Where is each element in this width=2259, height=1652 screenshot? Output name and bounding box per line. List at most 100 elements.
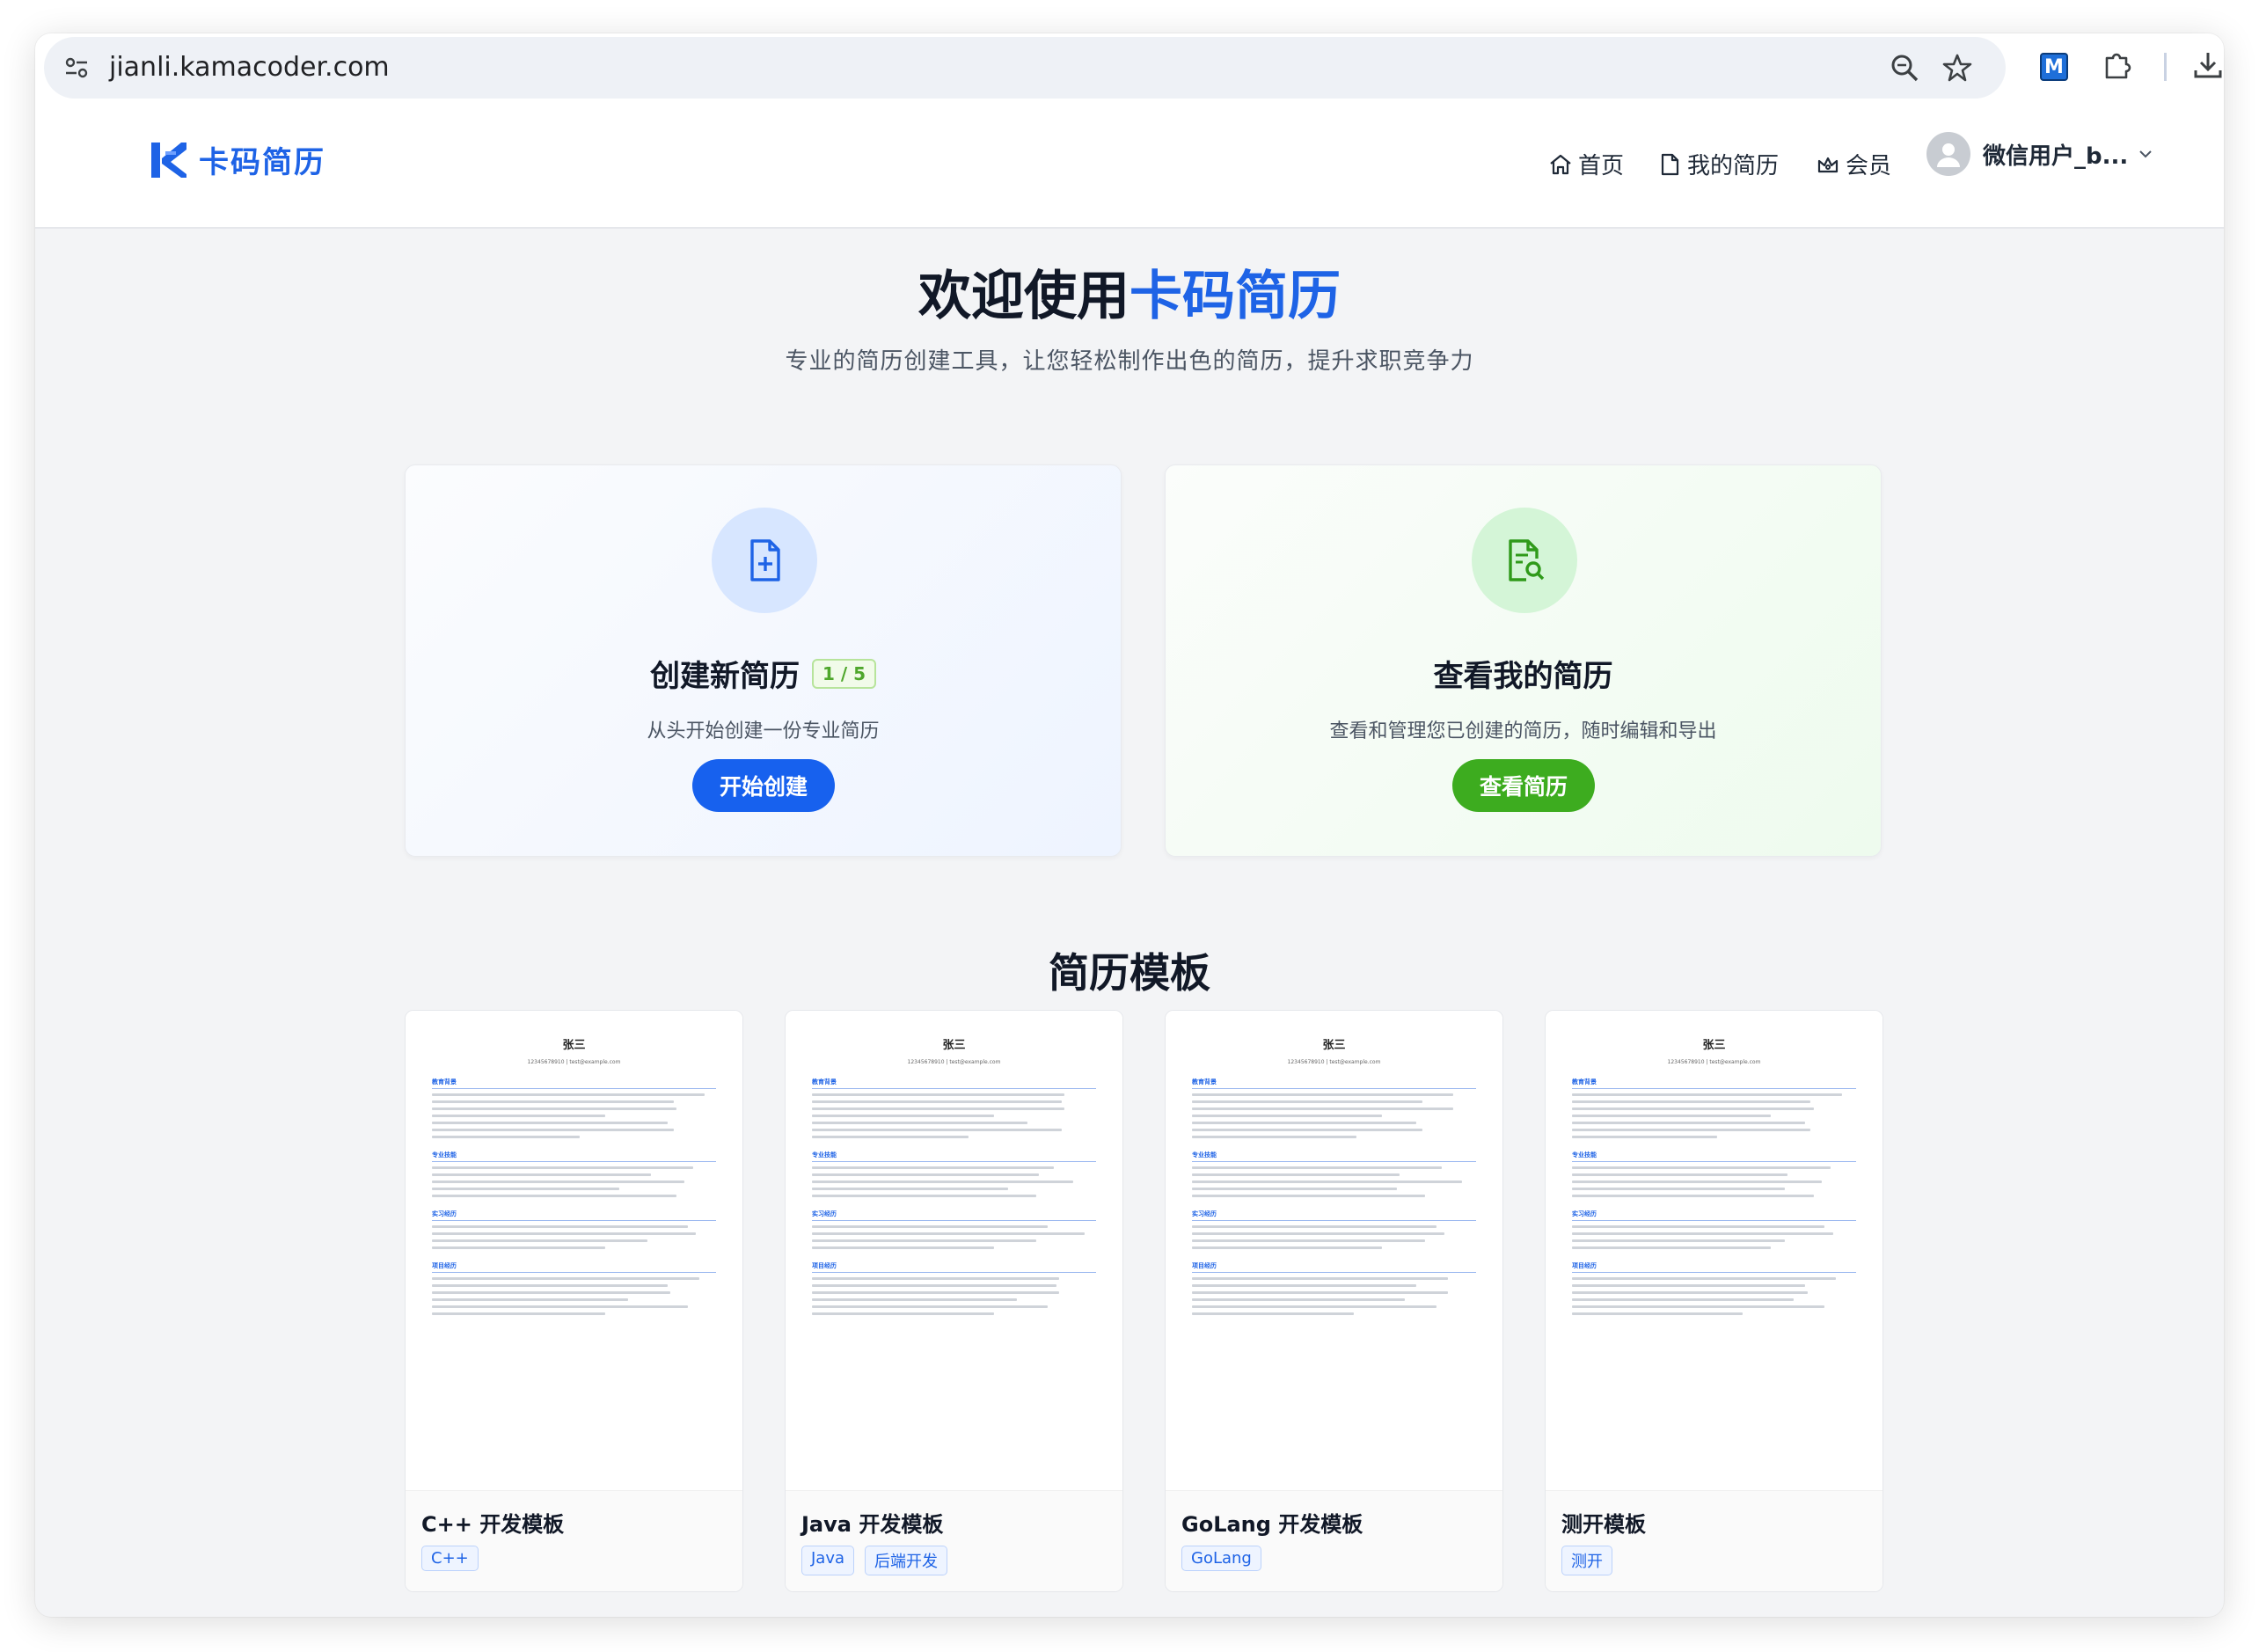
preview-text-line: [1572, 1298, 1794, 1301]
preview-name: 张三: [942, 1039, 966, 1052]
preview-text-line: [812, 1232, 1086, 1235]
preview-text-line: [1572, 1232, 1834, 1235]
extensions-puzzle-icon[interactable]: [2102, 49, 2133, 81]
preview-section-heading: 教育背景: [812, 1078, 1096, 1089]
preview-text-line: [812, 1181, 1074, 1183]
template-tag: GoLang: [1181, 1546, 1261, 1571]
preview-text-line: [1192, 1225, 1437, 1228]
preview-section-heading: 专业技能: [1572, 1151, 1856, 1162]
preview-text-line: [1572, 1277, 1837, 1280]
bookmark-star-icon[interactable]: [1942, 53, 1972, 83]
preview-text-line: [432, 1115, 606, 1117]
preview-text-line: [812, 1312, 994, 1315]
template-card-golang[interactable]: 张三 12345678910 | test@example.com 教育背景 专业技能…: [1165, 1010, 1503, 1592]
logo-mark-icon: [151, 142, 186, 178]
template-tag: 测开: [1561, 1546, 1612, 1575]
preview-text-line: [1572, 1173, 1788, 1176]
preview-text-line: [1192, 1195, 1425, 1197]
logo-text: 卡码简历: [199, 145, 325, 180]
preview-text-line: [432, 1225, 688, 1228]
preview-text-line: [812, 1291, 1059, 1294]
view-resumes-button[interactable]: 查看简历: [1452, 759, 1595, 812]
preview-section-heading: 实习经历: [1572, 1210, 1856, 1221]
preview-text-line: [1572, 1291, 1809, 1294]
preview-text-line: [432, 1166, 694, 1169]
preview-text-line: [812, 1225, 1049, 1228]
preview-text-line: [1192, 1277, 1448, 1280]
nav-home[interactable]: 首页: [1548, 148, 1624, 180]
template-tag: C++: [421, 1546, 479, 1571]
preview-text-line: [812, 1107, 1065, 1110]
template-footer: C++ 开发模板 C++: [406, 1490, 742, 1591]
start-create-button[interactable]: 开始创建: [692, 759, 835, 812]
chevron-down-icon: [2139, 150, 2152, 158]
site-settings-icon[interactable]: [63, 55, 90, 81]
preview-text-line: [1572, 1195, 1814, 1197]
preview-text-line: [432, 1232, 697, 1235]
preview-contact: 12345678910 | test@example.com: [1667, 1059, 1761, 1065]
url-text[interactable]: jianli.kamacoder.com: [109, 52, 390, 83]
view-resumes-card[interactable]: 查看我的简历 查看和管理您已创建的简历，随时编辑和导出 查看简历: [1165, 464, 1882, 857]
download-icon[interactable]: [2192, 49, 2224, 81]
template-tags: 测开: [1561, 1546, 1612, 1575]
template-tag: Java: [801, 1546, 855, 1575]
preview-text-line: [812, 1195, 1037, 1197]
preview-text-line: [432, 1246, 606, 1249]
preview-text-line: [812, 1305, 1049, 1308]
preview-text-line: [1192, 1166, 1443, 1169]
preview-text-line: [1192, 1181, 1462, 1183]
preview-section-heading: 教育背景: [432, 1078, 716, 1089]
preview-text-line: [1192, 1305, 1437, 1308]
user-menu[interactable]: 微信用户_b...: [1926, 132, 2154, 176]
preview-text-line: [1572, 1129, 1811, 1131]
zoom-icon[interactable]: [1890, 53, 1919, 83]
template-name: 测开模板: [1561, 1512, 1646, 1537]
template-card-cpp[interactable]: 张三 12345678910 | test@example.com 教育背景 专业技能…: [405, 1010, 743, 1592]
preview-section-heading: 专业技能: [812, 1151, 1096, 1162]
preview-section-heading: 教育背景: [1572, 1078, 1856, 1089]
file-plus-icon: [750, 539, 780, 581]
nav-my-resumes[interactable]: 我的简历: [1657, 148, 1779, 180]
template-footer: GoLang 开发模板 GoLang: [1166, 1490, 1502, 1591]
browser-window: jianli.kamacoder.com M 卡码简历 首页 我的简历 会员 微…: [35, 33, 2224, 1617]
preview-text-line: [1192, 1239, 1425, 1242]
template-card-test[interactable]: 张三 12345678910 | test@example.com 教育背景 专业技能…: [1545, 1010, 1883, 1592]
preview-text-line: [1572, 1225, 1825, 1228]
site-logo[interactable]: 卡码简历: [150, 138, 325, 181]
template-preview: 张三 12345678910 | test@example.com 教育背景 专业技能…: [1546, 1011, 1882, 1490]
preview-text-line: [812, 1100, 1063, 1103]
preview-text-line: [432, 1284, 669, 1287]
preview-text-line: [1572, 1312, 1743, 1315]
create-icon-circle: [712, 508, 817, 613]
create-card-desc: 从头开始创建一份专业简历: [647, 720, 880, 742]
extension-m-icon[interactable]: M: [2040, 53, 2068, 81]
preview-section-heading: 专业技能: [1192, 1151, 1476, 1162]
user-name: 微信用户_b...: [1983, 143, 2129, 170]
create-card-title-text: 创建新简历: [649, 659, 800, 694]
hero-title: 欢迎使用卡码简历: [35, 253, 2224, 330]
preview-text-line: [432, 1129, 674, 1131]
template-preview: 张三 12345678910 | test@example.com 教育背景 专业技能…: [1166, 1011, 1502, 1490]
preview-section-heading: 专业技能: [432, 1151, 716, 1162]
view-card-title-text: 查看我的简历: [1433, 659, 1613, 694]
hero-title-prefix: 欢迎使用: [918, 266, 1130, 327]
template-card-java[interactable]: 张三 12345678910 | test@example.com 教育背景 专业技能…: [785, 1010, 1123, 1592]
crown-icon: [1817, 157, 1839, 172]
nav-home-label: 首页: [1578, 153, 1625, 179]
template-footer: Java 开发模板 Java 后端开发: [786, 1490, 1122, 1591]
site-header: 卡码简历 首页 我的简历 会员 微信用户_b...: [35, 109, 2224, 229]
create-resume-card[interactable]: 创建新简历 1 / 5 从头开始创建一份专业简历 开始创建: [405, 464, 1122, 857]
nav-member[interactable]: 会员: [1816, 148, 1891, 180]
preview-text-line: [432, 1181, 685, 1183]
preview-text-line: [812, 1115, 994, 1117]
preview-text-line: [1192, 1115, 1383, 1117]
preview-text-line: [1192, 1312, 1355, 1315]
preview-text-line: [1572, 1246, 1772, 1249]
quota-badge: 1 / 5: [811, 658, 877, 689]
address-bar[interactable]: jianli.kamacoder.com: [44, 37, 2006, 99]
preview-text-line: [432, 1100, 674, 1103]
preview-text-line: [812, 1246, 994, 1249]
avatar: [1926, 132, 1970, 176]
preview-text-line: [432, 1277, 699, 1280]
preview-text-line: [1192, 1122, 1417, 1124]
